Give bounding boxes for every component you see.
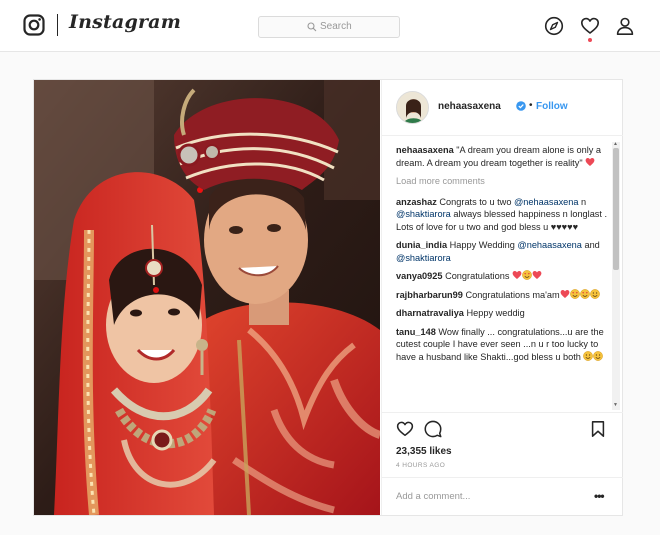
heart-eyes-emoji-icon	[569, 288, 580, 299]
smile-emoji-icon	[583, 350, 594, 361]
avatar-image	[397, 92, 428, 123]
dot-separator: •	[529, 100, 533, 111]
search-placeholder: Search	[320, 21, 352, 32]
add-comment-bar: Add a comment... •••	[382, 477, 623, 515]
comment-username[interactable]: tanu_148	[396, 327, 436, 337]
heart-emoji-icon	[560, 289, 570, 298]
notification-dot	[588, 38, 592, 42]
likes-count[interactable]: 23,355 likes	[396, 446, 452, 457]
mention-link[interactable]: @shaktiarora	[396, 209, 451, 219]
comment-item: nehaasaxena "A dream you dream alone is …	[396, 144, 610, 169]
post-card: nehaasaxena • Follow nehaasaxena "A drea…	[33, 79, 623, 516]
like-heart-icon[interactable]	[396, 420, 414, 438]
comment-username[interactable]: dharnatravaliya	[396, 308, 464, 318]
comment-text: Happy Wedding	[449, 240, 518, 250]
comment-text: and	[581, 240, 600, 250]
heart-eyes-emoji-icon	[579, 288, 590, 299]
top-nav: Instagram Search	[0, 0, 660, 52]
compass-explore-icon[interactable]	[544, 16, 564, 36]
add-comment-input[interactable]: Add a comment...	[396, 491, 470, 502]
post-header: nehaasaxena • Follow	[382, 80, 623, 136]
scroll-up-arrow-icon[interactable]: ▲	[613, 141, 618, 147]
nav-divider	[57, 14, 58, 36]
post-author-username[interactable]: nehaasaxena	[438, 101, 501, 112]
comment-item: anzashaz Congrats to u two @nehaasaxena …	[396, 196, 610, 234]
comment-text: Congrats to u two	[439, 196, 514, 207]
follow-button[interactable]: Follow	[536, 101, 568, 112]
comment-text: n	[578, 196, 587, 207]
comment-item: rajbharbarun99 Congratulations ma'am	[396, 288, 610, 302]
search-input[interactable]: Search	[258, 16, 400, 38]
heart-emoji-icon	[532, 271, 542, 279]
profile-icon[interactable]	[615, 16, 635, 36]
comment-bubble-icon[interactable]	[424, 420, 442, 438]
comment-item: vanya0925 Congratulations	[396, 270, 610, 283]
comment-item: tanu_148 Wow finally ... congratulations…	[396, 326, 610, 364]
instagram-camera-icon[interactable]	[23, 14, 45, 36]
smile-emoji-icon	[589, 288, 600, 299]
comment-username[interactable]: rajbharbarun99	[396, 290, 463, 300]
instagram-wordmark[interactable]: Instagram	[69, 11, 181, 33]
heart-activity-icon[interactable]	[580, 16, 600, 36]
mention-link[interactable]: @shaktiarora	[396, 253, 451, 263]
avatar[interactable]	[396, 91, 429, 124]
comment-username[interactable]: anzashaz	[396, 197, 437, 207]
comment-username[interactable]: dunia_india	[396, 240, 447, 250]
comment-text: Congratulations ma'am	[465, 289, 560, 300]
scroll-down-arrow-icon[interactable]: ▼	[613, 402, 618, 408]
mention-link[interactable]: @nehaasaxena	[514, 197, 579, 207]
verified-badge-icon	[516, 101, 526, 111]
search-icon	[307, 22, 317, 32]
wedding-couple-photo	[34, 80, 380, 515]
comment-username[interactable]: nehaasaxena	[396, 145, 454, 155]
comment-item: dharnatravaliya Heppy weddig	[396, 307, 610, 320]
post-timestamp: 4 HOURS AGO	[396, 462, 446, 469]
post-photo[interactable]	[34, 80, 380, 515]
post-actions	[382, 412, 623, 442]
heart-emoji-icon	[585, 157, 595, 166]
more-options-button[interactable]: •••	[594, 489, 605, 503]
comment-item: dunia_india Happy Wedding @nehaasaxena a…	[396, 239, 610, 264]
heart-eyes-emoji-icon	[522, 270, 532, 280]
bookmark-save-icon[interactable]	[589, 420, 607, 438]
load-more-comments-button[interactable]: Load more comments	[396, 175, 610, 188]
comment-text: Heppy weddig	[466, 308, 525, 318]
comments-scrollbar-thumb[interactable]	[613, 148, 619, 270]
heart-emoji-icon	[512, 271, 522, 279]
comments-list[interactable]: nehaasaxena "A dream you dream alone is …	[396, 144, 610, 408]
comment-text: Congratulations	[445, 271, 512, 281]
mention-link[interactable]: @nehaasaxena	[517, 240, 582, 250]
comment-username[interactable]: vanya0925	[396, 271, 443, 281]
post-sidebar: nehaasaxena • Follow nehaasaxena "A drea…	[381, 80, 623, 515]
smile-emoji-icon	[593, 350, 604, 361]
